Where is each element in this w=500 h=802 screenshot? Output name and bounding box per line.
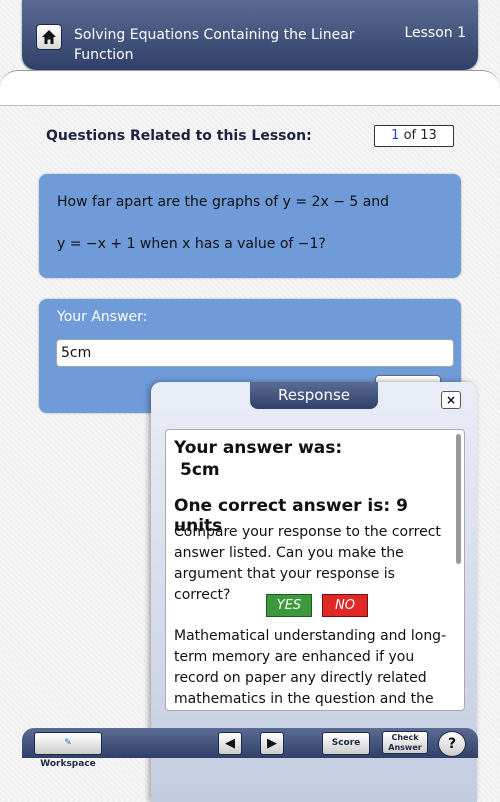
left-arrow-icon: ◀ [225, 736, 235, 751]
bottom-toolbar: ✎ Workspace ◀ ▶ Score Check Answer ? [22, 728, 478, 769]
previous-arrow-button[interactable]: ◀ [218, 732, 242, 755]
your-answer-label: Your answer was: [174, 438, 343, 458]
questions-heading: Questions Related to this Lesson: [46, 128, 312, 144]
check-label-line1: Check [391, 733, 419, 742]
score-button[interactable]: Score [322, 732, 370, 755]
compare-text: Compare your response to the correct ans… [174, 524, 441, 603]
current-question-number: 1 [391, 128, 400, 143]
workspace-label: Workspace [40, 759, 96, 769]
yes-button[interactable]: YES [266, 594, 312, 617]
lesson-number: Lesson 1 [404, 25, 466, 41]
question-text-line2: y = −x + 1 when x has a value of −1? [57, 236, 326, 252]
question-text-line1: How far apart are the graphs of y = 2x −… [57, 194, 390, 210]
sub-header-bar [0, 70, 500, 106]
math-note: Mathematical understanding and long-term… [174, 628, 447, 707]
answer-input[interactable]: 5cm [56, 339, 454, 367]
question-counter[interactable]: 1 of 13 [374, 125, 454, 147]
right-arrow-icon: ▶ [267, 736, 277, 751]
question-total: of 13 [403, 128, 437, 143]
check-label-line2: Answer [388, 743, 422, 752]
pencil-icon: ✎ [64, 738, 72, 748]
lesson-title: Solving Equations Containing the Linear … [74, 27, 355, 63]
scrollbar[interactable] [456, 434, 461, 564]
help-button[interactable]: ? [438, 731, 466, 757]
home-button[interactable] [36, 24, 62, 50]
response-title: Response [250, 382, 378, 409]
question-panel: How far apart are the graphs of y = 2x −… [39, 174, 461, 278]
home-icon [42, 30, 56, 44]
no-button[interactable]: NO [322, 594, 368, 617]
check-answer-button[interactable]: Check Answer [382, 731, 428, 754]
header-bar: Solving Equations Containing the Linear … [22, 0, 478, 70]
workspace-button[interactable]: ✎ Workspace [34, 732, 102, 769]
close-button[interactable]: × [441, 391, 461, 409]
your-answer-value: 5cm [180, 460, 220, 480]
answer-label: Your Answer: [57, 309, 148, 325]
response-content[interactable]: Your answer was: 5cm One correct answer … [165, 429, 465, 711]
next-arrow-button[interactable]: ▶ [260, 732, 284, 755]
